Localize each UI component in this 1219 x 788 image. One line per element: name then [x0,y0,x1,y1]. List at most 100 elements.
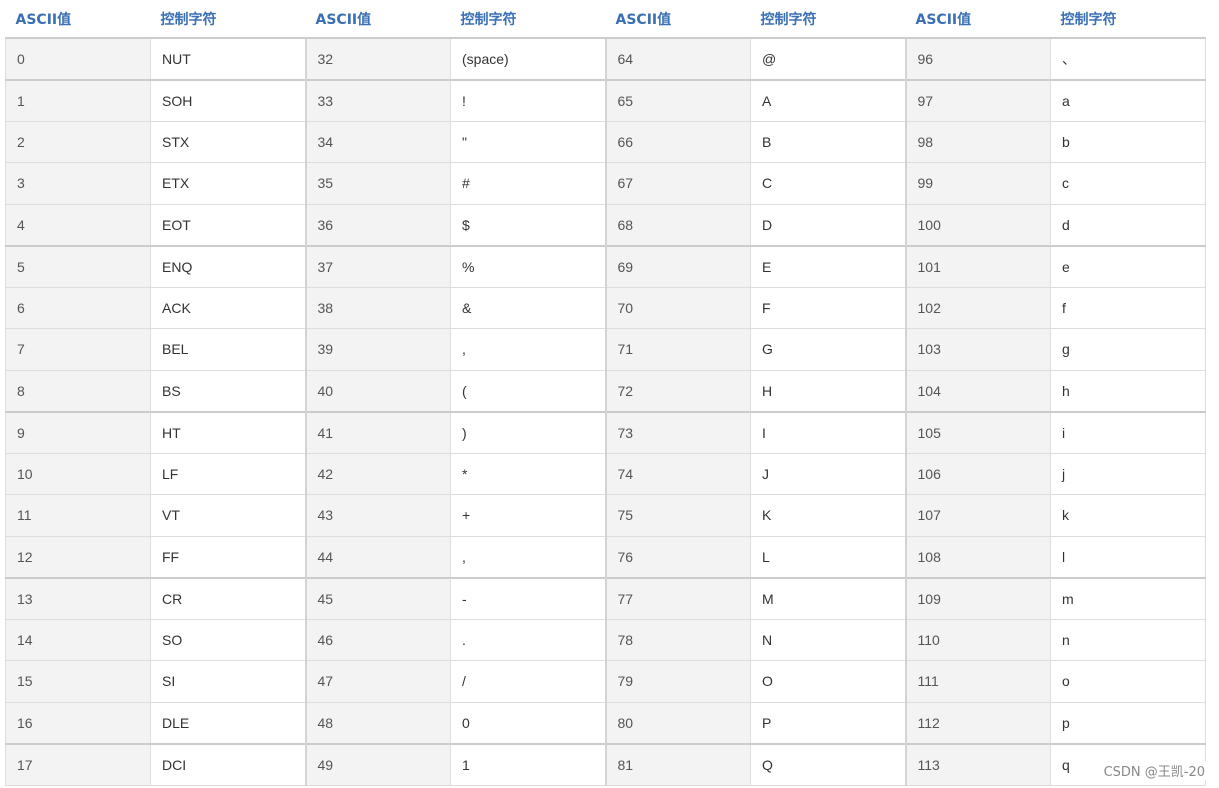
ascii-value-cell: 12 [5,535,151,578]
control-char-cell: G [750,328,906,371]
ascii-value-cell: 6 [5,286,151,329]
control-char-cell: m [1050,576,1206,620]
header-ascii-value: ASCII值 [305,0,451,38]
ascii-value-cell: 3 [5,162,151,205]
table-row: 4 EOT 36 $68 D 100 d [5,203,1206,246]
ascii-value-cell: 65 [604,78,751,122]
control-char-cell: A [750,78,906,122]
ascii-value-cell: 16 [5,701,151,744]
control-char-cell: + [450,494,606,537]
control-char-cell: a [1050,78,1206,122]
control-char-cell: SI [150,660,306,703]
table-row: 9 HT 41) 73 I 105 i [5,410,1206,454]
ascii-value-cell: 46 [304,618,451,661]
control-char-cell: / [450,660,606,703]
ascii-value-cell: 15 [5,660,151,703]
watermark: CSDN @王凯-20 [1101,761,1207,780]
control-char-cell: n [1050,618,1206,661]
control-char-cell: (space) [450,37,606,80]
ascii-value-cell: 106 [904,452,1051,495]
ascii-value-cell: 39 [304,328,451,371]
control-char-cell: d [1050,203,1206,246]
table-row: 1 SOH 33! 65 A 97 a [5,78,1206,122]
control-char-cell: SO [150,618,306,661]
control-char-cell: VT [150,494,306,537]
control-char-cell: STX [150,120,306,163]
table-row: 14 SO 46. 78 N 110 n [5,618,1206,661]
control-char-cell: " [450,120,606,163]
table-row: 6 ACK 38 & 70 F 102 f [5,286,1206,329]
control-char-cell: k [1050,494,1206,537]
control-char-cell: @ [750,37,906,80]
control-char-cell: L [750,535,906,578]
ascii-value-cell: 77 [604,576,751,620]
table-row: 12 FF 44, 76 L 108 l [5,535,1206,578]
control-char-cell: J [750,452,906,495]
ascii-value-cell: 49 [304,742,451,786]
ascii-value-cell: 105 [904,410,1051,454]
ascii-value-cell: 1 [5,78,151,122]
control-char-cell: ETX [150,162,306,205]
control-char-cell: p [1050,701,1206,744]
ascii-value-cell: 73 [604,410,751,454]
control-char-cell: ( [450,369,606,412]
control-char-cell: * [450,452,606,495]
table-row: 16 DLE 48 0 80 P 112 p [5,701,1206,744]
ascii-value-cell: 43 [304,494,451,537]
ascii-value-cell: 98 [904,120,1051,163]
control-char-cell: HT [150,410,306,454]
ascii-value-cell: 40 [304,369,451,412]
ascii-value-cell: 67 [604,162,751,205]
ascii-value-cell: 112 [904,701,1051,744]
control-char-cell: . [450,618,606,661]
control-char-cell: % [450,244,606,288]
control-char-cell: LF [150,452,306,495]
ascii-value-cell: 102 [904,286,1051,329]
control-char-cell: BEL [150,328,306,371]
ascii-value-cell: 71 [604,328,751,371]
control-char-cell: C [750,162,906,205]
control-char-cell: c [1050,162,1206,205]
ascii-value-cell: 78 [604,618,751,661]
header-row: ASCII值 控制字符 ASCII值 控制字符 ASCII值 控制字符 ASCI… [5,0,1206,38]
ascii-table: ASCII值 控制字符 ASCII值 控制字符 ASCII值 控制字符 ASCI… [5,0,1206,786]
ascii-value-cell: 45 [304,576,451,620]
ascii-value-cell: 64 [604,37,751,80]
ascii-value-cell: 70 [604,286,751,329]
control-char-cell: f [1050,286,1206,329]
control-char-cell: CR [150,576,306,620]
control-char-cell: o [1050,660,1206,703]
header-control-char: 控制字符 [750,0,906,38]
table-row: 2 STX 34 " 66 B 98 b [5,120,1206,163]
ascii-value-cell: 9 [5,410,151,454]
ascii-value-cell: 109 [904,576,1051,620]
control-char-cell: Q [750,742,906,786]
ascii-value-cell: 104 [904,369,1051,412]
ascii-value-cell: 100 [904,203,1051,246]
ascii-value-cell: 79 [604,660,751,703]
table-row: 17 DCI 49 1 81 Q 113 q [5,742,1206,786]
control-char-cell: I [750,410,906,454]
ascii-value-cell: 101 [904,244,1051,288]
header-control-char: 控制字符 [150,0,306,38]
ascii-value-cell: 72 [604,369,751,412]
ascii-value-cell: 32 [304,37,451,80]
control-char-cell: # [450,162,606,205]
control-char-cell: , [450,535,606,578]
ascii-value-cell: 75 [604,494,751,537]
ascii-value-cell: 42 [304,452,451,495]
control-char-cell: & [450,286,606,329]
ascii-value-cell: 113 [904,742,1051,786]
control-char-cell: ACK [150,286,306,329]
ascii-value-cell: 35 [304,162,451,205]
ascii-value-cell: 80 [604,701,751,744]
control-char-cell: j [1050,452,1206,495]
table-row: 5 ENQ 37% 69 E 101 e [5,244,1206,288]
ascii-value-cell: 36 [304,203,451,246]
control-char-cell: NUT [150,37,306,80]
table-row: 11 VT 43 +75 K 107 k [5,494,1206,537]
ascii-value-cell: 44 [304,535,451,578]
control-char-cell: 、 [1050,37,1206,80]
ascii-value-cell: 99 [904,162,1051,205]
table-row: 8 BS 40(72 H 104 h [5,369,1206,412]
